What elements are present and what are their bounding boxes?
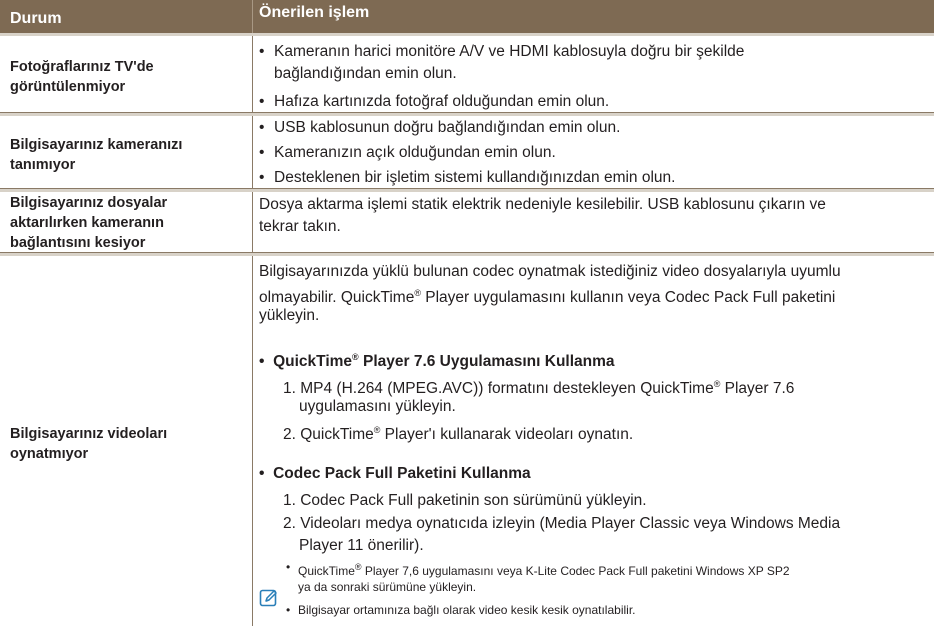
- bullet: •: [259, 144, 265, 161]
- quicktime-heading: • QuickTime® Player 7.6 Uygulamasını Kul…: [259, 352, 615, 371]
- row2-solution-2: Kameranızın açık olduğundan emin olun.: [274, 144, 556, 161]
- codec-heading: • Codec Pack Full Paketini Kullanma: [259, 465, 531, 482]
- column-divider: [252, 33, 253, 626]
- row1-solution-1a: Kameranın harici monitöre A/V ve HDMI ka…: [274, 43, 745, 60]
- note-line-1: QuickTime® Player 7,6 uygulamasını veya …: [298, 562, 790, 578]
- bullet: •: [259, 93, 265, 110]
- bullet: •: [286, 560, 291, 574]
- bullet: •: [259, 169, 265, 186]
- header-divider: [252, 0, 253, 33]
- row4-intro-line1: Bilgisayarınızda yüklü bulunan codec oyn…: [259, 263, 841, 280]
- header-onerilen-islem: Önerilen işlem: [259, 4, 370, 21]
- codec-step-1: 1. Codec Pack Full paketinin son sürümün…: [283, 492, 647, 509]
- row3-problem: Bilgisayarınız dosyalar aktarılırken kam…: [10, 195, 168, 251]
- codec-step-2: 2. Videoları medya oynatıcıda izleyin (M…: [283, 515, 841, 532]
- codec-step-2-cont: Player 11 önerilir).: [299, 537, 424, 554]
- row-separator: [0, 113, 934, 116]
- row4-intro-line3: yükleyin.: [259, 307, 320, 324]
- row2-problem: Bilgisayarınız kameranızı tanımıyor: [10, 137, 183, 173]
- note-line-1-cont: ya da sonraki sürümüne yükleyin.: [298, 580, 477, 594]
- row-separator: [0, 189, 934, 192]
- row2-solution-3: Desteklenen bir işletim sistemi kullandı…: [274, 169, 676, 186]
- row4-problem: Bilgisayarınız videoları oynatmıyor: [10, 426, 168, 462]
- quicktime-step-1-cont: uygulamasını yükleyin.: [299, 398, 456, 415]
- row1-problem: Fotoğraflarınız TV'de görüntülenmiyor: [10, 59, 154, 95]
- table-header: Durum Önerilen işlem: [0, 0, 934, 33]
- row3-solution-line1: Dosya aktarma işlemi statik elektrik ned…: [259, 196, 826, 213]
- row4-intro-line2: olmayabilir. QuickTime® Player uygulamas…: [259, 288, 836, 307]
- note-pencil-icon: [259, 589, 277, 607]
- row-separator: [0, 33, 934, 36]
- bullet: •: [286, 603, 291, 617]
- row1-solution-2: Hafıza kartınızda fotoğraf olduğundan em…: [274, 93, 610, 110]
- note-line-2: Bilgisayar ortamınıza bağlı olarak video…: [298, 603, 636, 617]
- row1-solution-1b: bağlandığından emin olun.: [274, 65, 457, 82]
- row-separator: [0, 253, 934, 256]
- header-durum: Durum: [10, 10, 62, 27]
- quicktime-step-2: 2. QuickTime® Player'ı kullanarak videol…: [283, 425, 634, 444]
- bullet: •: [259, 119, 265, 136]
- bullet: •: [259, 43, 265, 60]
- row2-solution-1: USB kablosunun doğru bağlandığından emin…: [274, 119, 621, 136]
- row3-solution-line2: tekrar takın.: [259, 218, 341, 235]
